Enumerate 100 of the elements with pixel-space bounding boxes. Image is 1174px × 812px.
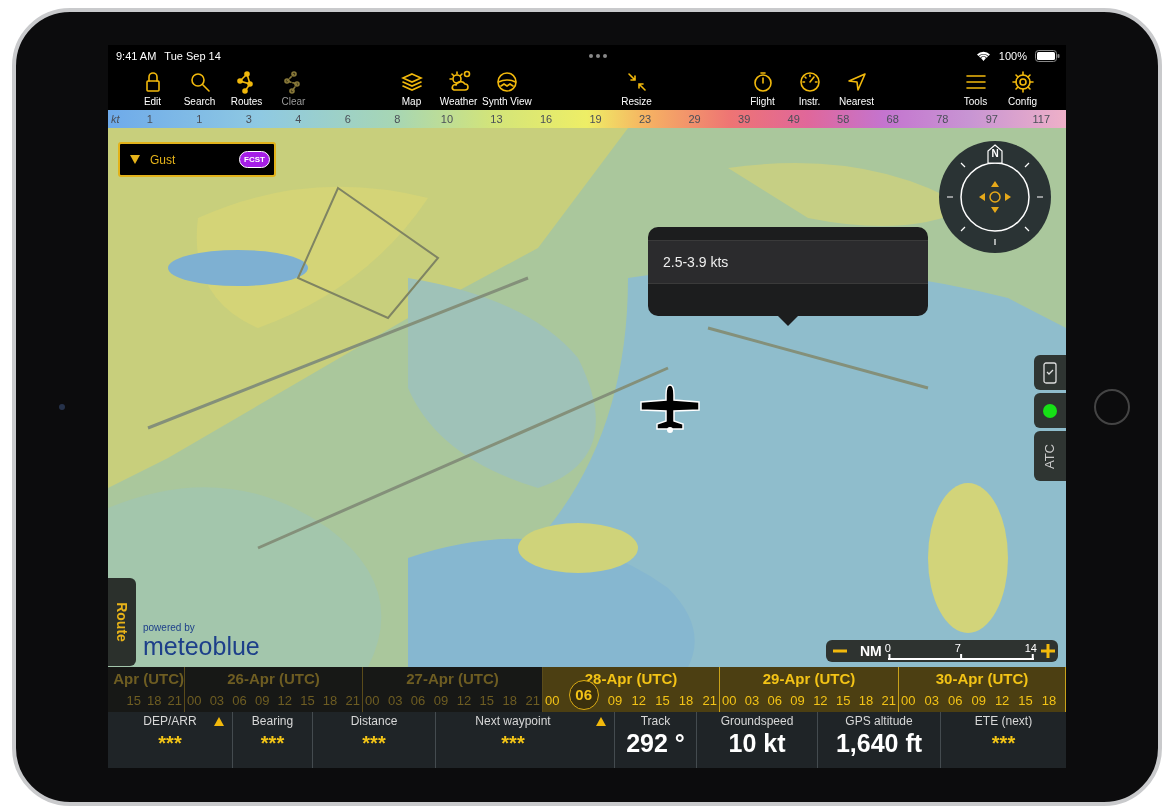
scale-value: 29 (687, 113, 702, 125)
day-label: 27-Apr (UTC) (406, 669, 499, 687)
scale-value: 8 (393, 113, 402, 125)
scale-value: 78 (935, 113, 950, 125)
hour-label[interactable]: 18 (1041, 693, 1057, 708)
instrument-value: *** (260, 732, 285, 755)
layer-panel[interactable]: Gust FCST (118, 142, 276, 177)
hour-label[interactable]: 09 (790, 693, 805, 708)
instrument-label: GPS altitude (845, 714, 913, 728)
scale-value: 39 (737, 113, 752, 125)
device-check-button[interactable] (1034, 355, 1066, 390)
scale-value: 6 (343, 113, 352, 125)
instrument-value: 1,640 ft (835, 729, 923, 758)
compass-control[interactable]: N (939, 141, 1051, 253)
scale-value: 1 (195, 113, 204, 125)
toolbar-button[interactable]: Config (999, 69, 1046, 107)
forecast-badge: FCST (239, 151, 270, 168)
instrument-value: *** (991, 732, 1016, 755)
airplane-icon (639, 383, 701, 435)
instrument-label: Next waypoint (475, 714, 551, 728)
hour-label[interactable]: 06 (947, 693, 963, 708)
toolbar-button[interactable]: Weather (435, 69, 482, 107)
scale-tick: 14 (1024, 642, 1037, 654)
hour-label[interactable]: 21 (881, 693, 896, 708)
hour-label[interactable]: 03 (924, 693, 939, 708)
scale-value: 1 (145, 113, 154, 125)
scale-value: 3 (244, 113, 253, 125)
battery-percent: 100% (998, 49, 1027, 62)
hour-label[interactable]: 18 (678, 693, 694, 708)
battery-icon (1035, 49, 1060, 62)
instrument-value: *** (158, 732, 182, 755)
toolbar-button[interactable]: Routes (223, 69, 270, 107)
scale-value: 49 (786, 113, 801, 125)
zoom-in-button[interactable] (1040, 643, 1056, 659)
scale-value: 68 (885, 113, 900, 125)
hour-label[interactable]: 21 (702, 693, 717, 708)
atc-button[interactable]: ATC (1034, 431, 1066, 481)
north-label: N (990, 148, 1000, 159)
instrument-label: Distance (350, 714, 398, 728)
unit-label: kt (110, 113, 121, 125)
toolbar-button[interactable]: Search (176, 69, 223, 107)
expand-triangle-icon[interactable] (596, 717, 606, 726)
toolbar-button[interactable]: Map (388, 69, 435, 107)
scale-value: 19 (588, 113, 603, 125)
status-button[interactable] (1034, 393, 1066, 428)
hour-label[interactable]: 15 (655, 693, 670, 708)
day-label: 29-Apr (UTC) (762, 669, 856, 687)
hour-label[interactable]: 09 (607, 693, 623, 708)
horizon-icon (494, 69, 519, 94)
day-label: 30-Apr (UTC) (935, 669, 1029, 687)
instrument-value: 10 kt (728, 729, 786, 758)
instrument-value: *** (362, 732, 386, 755)
status-time: 9:41 AM (116, 49, 157, 62)
attribution-logo: meteoblue (143, 633, 260, 659)
expand-triangle-icon[interactable] (214, 717, 224, 726)
hour-label[interactable]: 12 (631, 693, 646, 708)
popup-text: 2.5-3.9 kts (663, 254, 729, 270)
scale-value: 23 (637, 113, 653, 125)
wifi-icon (975, 50, 991, 61)
attribution-prefix: powered by (143, 622, 196, 633)
hour-label[interactable]: 03 (744, 693, 760, 708)
toolbar-button[interactable]: Synth View (482, 69, 532, 107)
scale-value: 10 (439, 113, 455, 125)
toolbar-button[interactable]: Nearest (833, 69, 880, 107)
multitasking-dots-icon (588, 52, 609, 59)
hour-label[interactable]: 12 (994, 693, 1010, 708)
scale-value: 13 (489, 113, 504, 125)
scale-tick: 7 (954, 642, 961, 654)
sun-cloud-icon (446, 69, 471, 94)
instrument-label: DEP/ARR (143, 714, 197, 728)
instrument-label: ETE (next) (974, 714, 1033, 728)
day-label: 26-Apr (UTC) (227, 669, 320, 687)
instrument-label: Track (640, 714, 671, 728)
status-dot-icon (1043, 403, 1057, 418)
toolbar-button[interactable]: Resize (613, 69, 660, 107)
instrument-label: Groundspeed (720, 714, 794, 728)
hour-label[interactable]: 18 (858, 693, 874, 708)
instrument-label: Bearing (251, 714, 294, 728)
route-tab[interactable]: Route (108, 578, 136, 666)
dropdown-triangle-icon (130, 155, 140, 164)
hour-label[interactable]: 12 (813, 693, 828, 708)
hour-label[interactable]: 15 (835, 693, 851, 708)
camera-icon (59, 404, 65, 410)
hour-label[interactable]: 15 (1018, 693, 1033, 708)
toolbar-button[interactable]: Flight (739, 69, 786, 107)
scale-tick: 0 (884, 642, 891, 654)
scale-value: 4 (294, 113, 303, 125)
hour-label[interactable]: 06 (767, 693, 783, 708)
hour-label[interactable]: 00 (722, 693, 737, 708)
toolbar-button[interactable]: Tools (952, 69, 999, 107)
hour-label[interactable]: 00 (545, 693, 560, 708)
hour-label[interactable]: 09 (971, 693, 986, 708)
toolbar-button[interactable]: Instr. (786, 69, 833, 107)
scale-value: 16 (538, 113, 554, 125)
toolbar-button[interactable]: Edit (129, 69, 176, 107)
hour-label[interactable]: 00 (901, 693, 916, 708)
tablet-check-icon (1043, 361, 1057, 384)
layer-label: Gust (150, 152, 177, 167)
scale-value: 58 (836, 113, 851, 125)
scale-unit: NM (860, 643, 882, 659)
